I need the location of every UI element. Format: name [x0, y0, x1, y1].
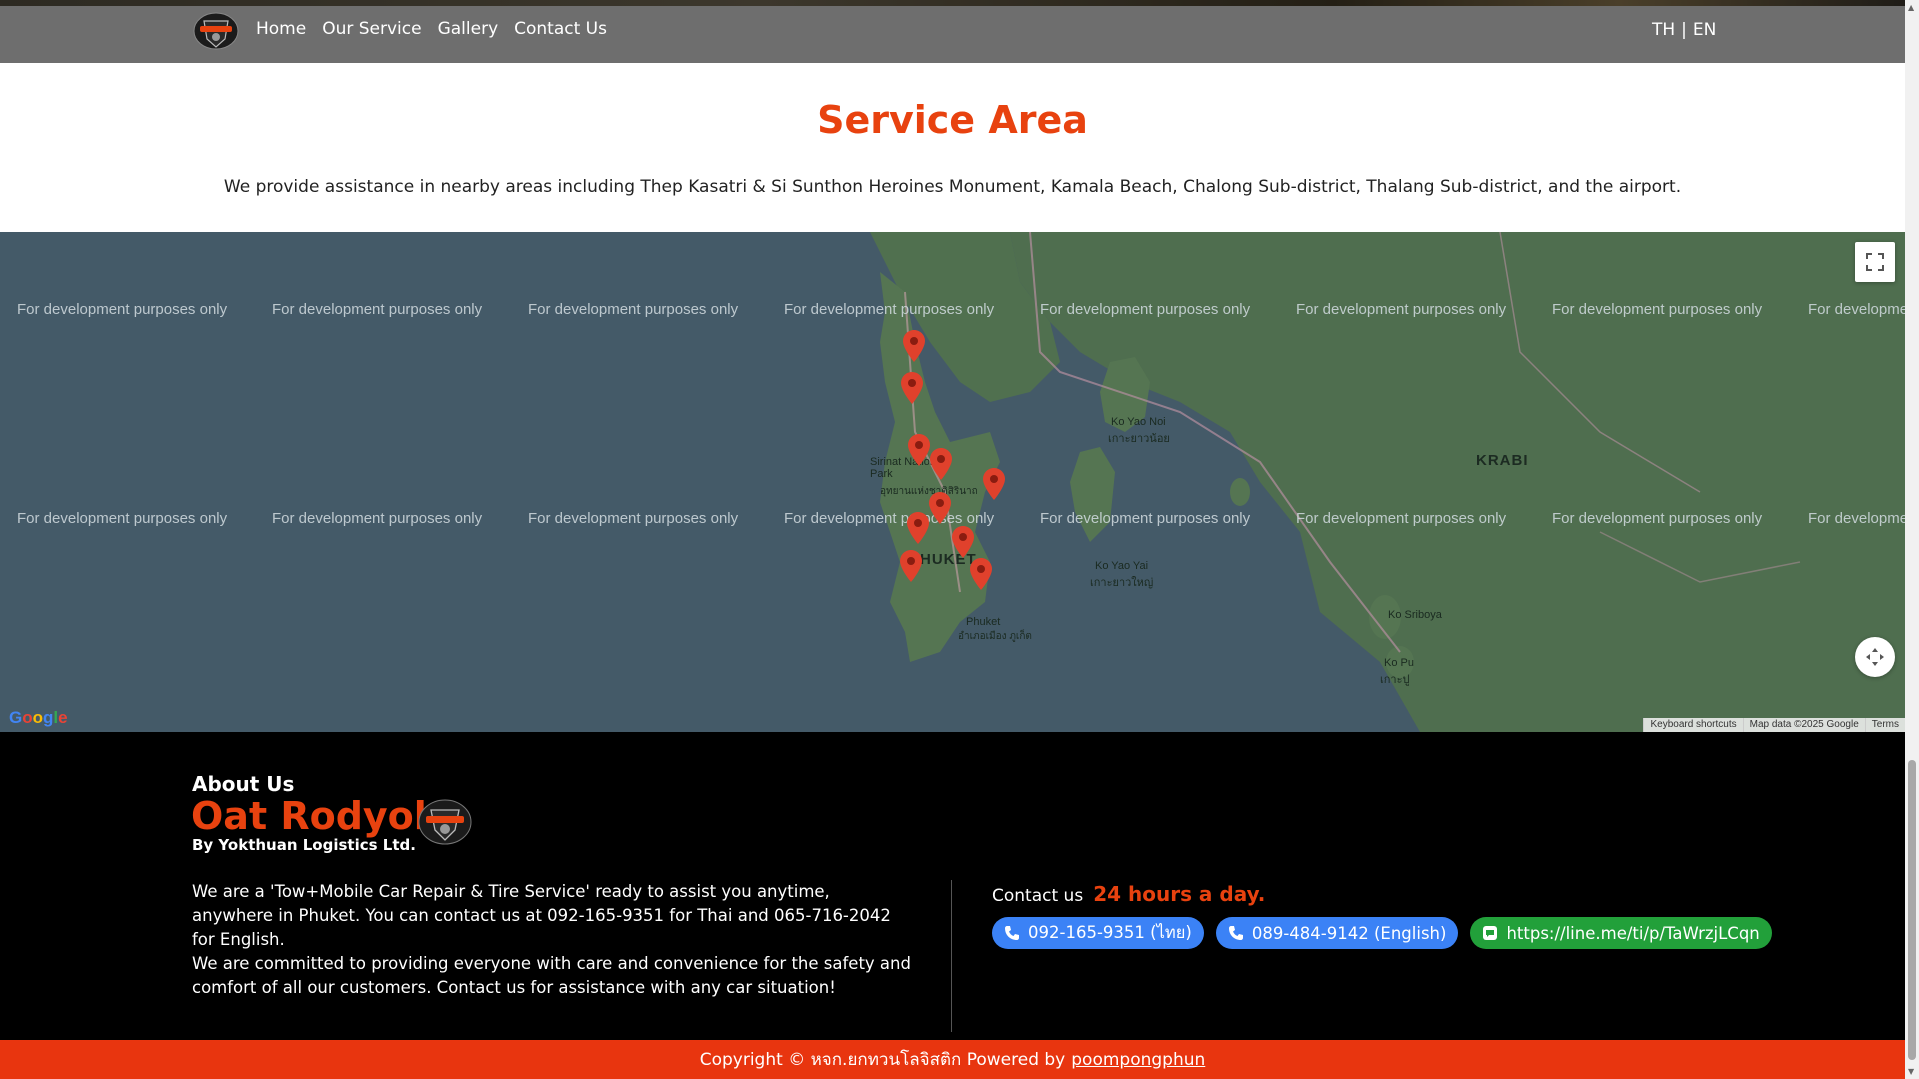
line-link-label: https://line.me/ti/p/TaWrzjLCqn — [1506, 923, 1760, 943]
map-watermark: For development purposes only — [1296, 510, 1507, 527]
contact-buttons: 092-165-9351 (ไทย) 089-484-9142 (English… — [992, 917, 1772, 949]
terms-link[interactable]: Terms — [1864, 718, 1905, 732]
copyright-bar: Copyright © หจก.ยกทวนโลจิสติก Powered by… — [0, 1040, 1905, 1079]
phone-thai-button[interactable]: 092-165-9351 (ไทย) — [992, 917, 1204, 949]
scrollbar-thumb[interactable] — [1908, 760, 1916, 1060]
page: Home Our Service Gallery Contact Us TH |… — [0, 0, 1905, 1079]
map-label-phuket-town-th: อำเภอเมือง ภูเก็ต — [958, 631, 1032, 642]
map-pin-icon[interactable] — [930, 448, 952, 480]
fullscreen-icon — [1866, 253, 1884, 271]
nav-our-service[interactable]: Our Service — [322, 19, 421, 39]
powered-by-link[interactable]: poompongphun — [1071, 1050, 1205, 1070]
lang-th[interactable]: TH — [1652, 20, 1675, 40]
map-watermark: For development purposes only — [1040, 510, 1251, 527]
map-label-phuket-town: Phuket — [966, 616, 1001, 628]
about-paragraph-1: We are a 'Tow+Mobile Car Repair & Tire S… — [192, 882, 891, 949]
about-heading: About Us — [192, 772, 295, 796]
contact-hours: 24 hours a day. — [1093, 882, 1266, 906]
footer-divider — [951, 880, 952, 1032]
logo-icon[interactable] — [192, 11, 240, 53]
service-map[interactable]: For development purposes only For develo… — [0, 232, 1905, 732]
map-watermark: For development purposes only — [17, 510, 228, 527]
service-area-title: Service Area — [817, 98, 1088, 142]
map-pin-icon[interactable] — [907, 512, 929, 544]
map-watermark: For development purposes only — [272, 301, 483, 318]
map-watermark: For development purposes only — [1808, 301, 1905, 318]
fullscreen-button[interactable] — [1855, 242, 1895, 282]
map-pin-icon[interactable] — [970, 558, 992, 590]
nav-home[interactable]: Home — [256, 19, 306, 39]
contact-heading: Contact us 24 hours a day. — [992, 882, 1265, 906]
map-watermark: For development purposes only — [528, 510, 739, 527]
page-scrollbar[interactable]: ▲ ▼ — [1905, 0, 1919, 1079]
service-area-description: We provide assistance in nearby areas in… — [223, 177, 1682, 197]
google-logo[interactable]: Google — [9, 708, 68, 728]
lang-separator: | — [1681, 20, 1687, 40]
map-watermark: For development purposes only — [784, 301, 995, 318]
scroll-up-icon[interactable]: ▲ — [1908, 3, 1914, 12]
phone-icon — [1005, 926, 1019, 940]
nav-links: Home Our Service Gallery Contact Us — [256, 19, 607, 39]
line-button[interactable]: https://line.me/ti/p/TaWrzjLCqn — [1470, 917, 1772, 949]
footer: About Us Oat Rodyok By Yokthuan Logistic… — [0, 732, 1905, 1040]
map-label-ko-sriboya: Ko Sriboya — [1388, 609, 1442, 621]
line-icon — [1483, 926, 1498, 940]
phone-thai-label: 092-165-9351 (ไทย) — [1028, 923, 1192, 942]
phone-english-button[interactable]: 089-484-9142 (English) — [1215, 917, 1459, 949]
phone-icon — [1228, 926, 1243, 940]
copyright-text: Copyright © หจก.ยกทวนโลจิสติก Powered by — [699, 1050, 1066, 1070]
map-camera-control[interactable] — [1855, 637, 1895, 677]
map-watermark: For development purposes only — [1552, 301, 1763, 318]
phone-english-label: 089-484-9142 (English) — [1251, 923, 1447, 943]
brand-company: By Yokthuan Logistics Ltd. — [192, 836, 416, 854]
nav-gallery[interactable]: Gallery — [438, 19, 499, 39]
map-watermark: For development purposes only — [17, 301, 228, 318]
map-data-credit: Map data ©2025 Google — [1742, 718, 1865, 732]
map-pin-icon[interactable] — [901, 372, 923, 404]
map-attribution: Keyboard shortcuts Map data ©2025 Google… — [1643, 718, 1905, 732]
map-watermark: For development purposes only — [1040, 301, 1251, 318]
map-pin-icon[interactable] — [929, 492, 951, 524]
map-pin-icon[interactable] — [952, 526, 974, 558]
lang-en[interactable]: EN — [1693, 20, 1716, 40]
map-pin-icon[interactable] — [908, 434, 930, 466]
keyboard-shortcuts-link[interactable]: Keyboard shortcuts — [1643, 718, 1742, 732]
map-watermark: For development purposes only — [272, 510, 483, 527]
about-paragraph-2: We are committed to providing everyone w… — [192, 954, 911, 997]
top-nav: Home Our Service Gallery Contact Us TH |… — [0, 0, 1905, 63]
map-label-ko-yao-noi: Ko Yao Noi — [1111, 416, 1166, 428]
header-image-strip — [0, 0, 1905, 6]
map-pin-icon[interactable] — [983, 468, 1005, 500]
contact-label: Contact us — [992, 886, 1084, 906]
map-watermark: For development purposes only — [784, 510, 995, 527]
brand-name: Oat Rodyok — [191, 794, 440, 838]
nav-contact-us[interactable]: Contact Us — [514, 19, 607, 39]
map-label-ko-yao-yai-th: เกาะยาวใหญ่ — [1090, 577, 1154, 589]
map-pin-icon[interactable] — [900, 550, 922, 582]
brand-logo-icon — [418, 799, 472, 845]
map-label-ko-yao-noi-th: เกาะยาวน้อย — [1108, 433, 1170, 445]
map-label-ko-pu: Ko Pu — [1384, 657, 1414, 669]
map-label-ko-yao-yai: Ko Yao Yai — [1095, 560, 1149, 572]
pan-arrows-icon — [1866, 648, 1884, 666]
map-watermark: For development purposes only — [1808, 510, 1905, 527]
map-label-ko-pu-th: เกาะปู — [1380, 674, 1410, 686]
map-watermark: For development purposes only — [528, 301, 739, 318]
language-switcher: TH | EN — [1652, 20, 1716, 40]
map-watermark: For development purposes only — [1296, 301, 1507, 318]
map-pin-icon[interactable] — [903, 330, 925, 362]
map-label-krabi: KRABI — [1476, 452, 1529, 469]
map-watermark: For development purposes only — [1552, 510, 1763, 527]
scroll-down-icon[interactable]: ▼ — [1908, 1067, 1914, 1076]
